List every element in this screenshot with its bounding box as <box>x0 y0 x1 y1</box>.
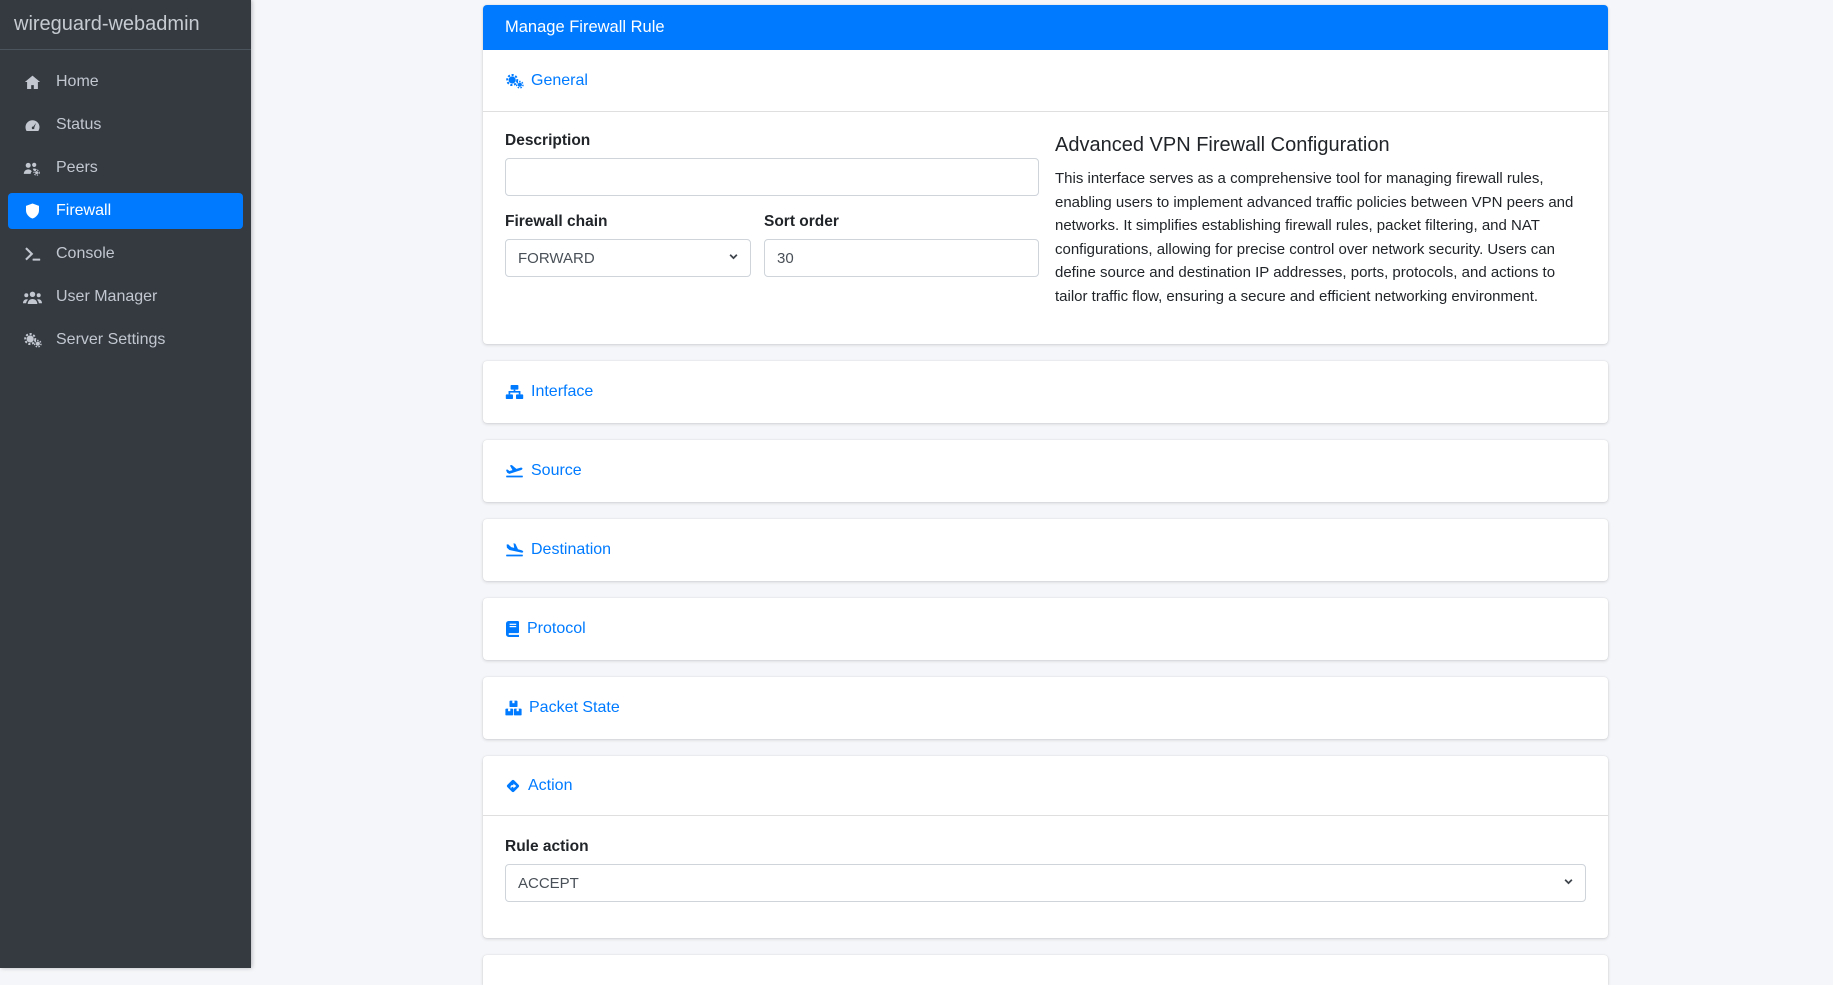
section-destination-header: Destination <box>483 519 1608 581</box>
section-general-toggle[interactable]: General <box>505 72 588 90</box>
description-label: Description <box>505 132 1039 150</box>
info-panel: Advanced VPN Firewall Configuration This… <box>1055 132 1586 324</box>
sort-order-group: Sort order <box>764 213 1039 277</box>
firewall-chain-select[interactable]: FORWARD <box>505 239 751 277</box>
section-interface-toggle[interactable]: Interface <box>505 383 593 401</box>
panel-title: Manage Firewall Rule <box>505 18 665 37</box>
panel-header: Manage Firewall Rule <box>483 5 1608 50</box>
home-icon <box>18 75 46 90</box>
section-action-header: Action <box>483 756 1608 816</box>
section-action-toggle[interactable]: Action <box>505 777 572 795</box>
manage-firewall-rule-card: Manage Firewall Rule General Description… <box>483 5 1608 344</box>
rule-action-group: Rule action ACCEPT <box>505 838 1586 902</box>
description-input[interactable] <box>505 158 1039 196</box>
section-protocol-label: Protocol <box>527 620 586 638</box>
firewall-chain-group: Firewall chain FORWARD <box>505 213 751 277</box>
sort-order-label: Sort order <box>764 213 1039 231</box>
firewall-chain-label: Firewall chain <box>505 213 751 231</box>
sidebar-item-user-manager[interactable]: User Manager <box>8 279 243 315</box>
sidebar-nav: Home Status Peers Firewall Console <box>0 50 251 358</box>
info-heading: Advanced VPN Firewall Configuration <box>1055 134 1586 157</box>
section-protocol-toggle[interactable]: Protocol <box>505 620 586 638</box>
shield-icon <box>18 203 46 219</box>
sort-order-input[interactable] <box>764 239 1039 277</box>
section-destination-card: Destination <box>483 519 1608 581</box>
sidebar-item-status[interactable]: Status <box>8 107 243 143</box>
section-packet-state-header: Packet State <box>483 677 1608 739</box>
section-protocol-card: Protocol <box>483 598 1608 660</box>
rule-action-select[interactable]: ACCEPT <box>505 864 1586 902</box>
section-interface-card: Interface <box>483 361 1608 423</box>
action-form-body: Rule action ACCEPT <box>483 816 1608 938</box>
sidebar-item-label: Peers <box>56 159 98 177</box>
users-gear-icon <box>18 161 46 176</box>
book-icon <box>505 621 520 637</box>
section-action-card: Action Rule action ACCEPT <box>483 756 1608 938</box>
cogs-icon <box>18 332 46 348</box>
sidebar-item-label: Firewall <box>56 202 111 220</box>
section-destination-toggle[interactable]: Destination <box>505 541 611 559</box>
sidebar-item-label: Home <box>56 73 99 91</box>
main-content: Manage Firewall Rule General Description… <box>251 0 1833 968</box>
sidebar-item-peers[interactable]: Peers <box>8 150 243 186</box>
section-packet-state-label: Packet State <box>529 699 620 717</box>
section-source-card: Source <box>483 440 1608 502</box>
users-icon <box>18 290 46 305</box>
info-paragraph: This interface serves as a comprehensive… <box>1055 167 1586 308</box>
section-source-label: Source <box>531 462 582 480</box>
sidebar-item-label: Server Settings <box>56 331 165 349</box>
chain-sort-row: Firewall chain FORWARD Sort order <box>505 213 1039 294</box>
plane-departure-icon <box>505 463 524 479</box>
section-general-label: General <box>531 72 588 90</box>
section-protocol-header: Protocol <box>483 598 1608 660</box>
rule-action-label: Rule action <box>505 838 1586 856</box>
section-action-label: Action <box>528 777 572 795</box>
sidebar-item-label: User Manager <box>56 288 157 306</box>
sidebar-item-label: Console <box>56 245 115 263</box>
diamond-turn-right-icon <box>505 778 521 794</box>
section-packet-state-card: Packet State <box>483 677 1608 739</box>
sidebar-item-home[interactable]: Home <box>8 64 243 100</box>
section-interface-header: Interface <box>483 361 1608 423</box>
sidebar-item-console[interactable]: Console <box>8 236 243 272</box>
section-destination-label: Destination <box>531 541 611 559</box>
tachometer-icon <box>18 118 46 133</box>
boxes-stacked-icon <box>505 700 522 716</box>
general-form-fields: Description Firewall chain FORWARD <box>505 132 1039 324</box>
general-form-body: Description Firewall chain FORWARD <box>483 112 1608 344</box>
section-interface-label: Interface <box>531 383 593 401</box>
brand-label: wireguard-webadmin <box>14 13 200 36</box>
next-card-partial <box>483 955 1608 985</box>
section-source-toggle[interactable]: Source <box>505 462 582 480</box>
cogs-icon <box>505 73 524 89</box>
section-packet-state-toggle[interactable]: Packet State <box>505 699 620 717</box>
plane-arrival-icon <box>505 542 524 558</box>
sidebar: wireguard-webadmin Home Status Peers Fi <box>0 0 251 968</box>
section-source-header: Source <box>483 440 1608 502</box>
description-group: Description <box>505 132 1039 196</box>
sidebar-item-firewall[interactable]: Firewall <box>8 193 243 229</box>
sidebar-item-label: Status <box>56 116 101 134</box>
brand[interactable]: wireguard-webadmin <box>0 0 251 50</box>
terminal-icon <box>18 247 46 261</box>
network-wired-icon <box>505 384 524 400</box>
section-general-header: General <box>483 50 1608 112</box>
sidebar-item-server-settings[interactable]: Server Settings <box>8 322 243 358</box>
